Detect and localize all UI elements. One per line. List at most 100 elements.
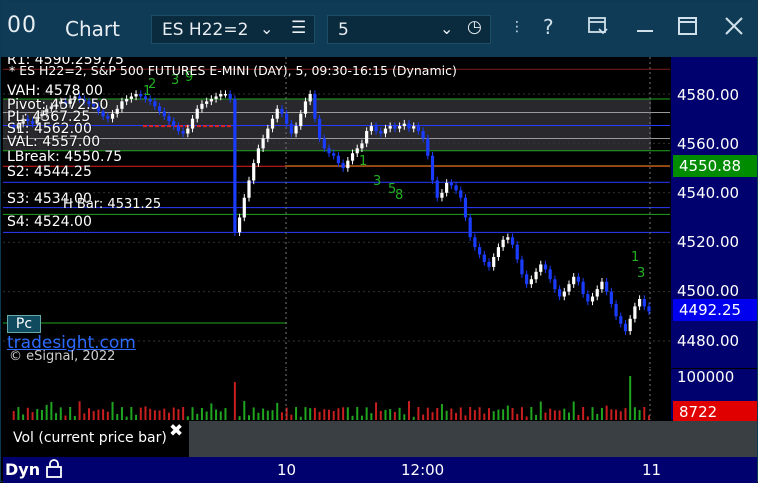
candle-body [562, 291, 566, 297]
volume-bar [182, 407, 185, 420]
candle-body [209, 98, 213, 102]
axis-label: 4580.00 [677, 86, 740, 104]
price-axis[interactable]: 4580.00 4560.00 4540.00 4520.00 4500.00 … [671, 57, 757, 368]
candle-body [600, 281, 604, 290]
volume-bar [295, 407, 298, 420]
volume-bar [139, 407, 142, 420]
volume-bar [12, 411, 15, 420]
candle-body [435, 180, 439, 198]
candle-body [223, 94, 228, 96]
candle-body [572, 276, 576, 285]
volume-bar [403, 414, 406, 420]
level-label-val: VAL: 4557.00 [7, 134, 101, 150]
volume-bar [342, 407, 345, 420]
candle-body [529, 279, 533, 285]
pc-button[interactable]: Pc [7, 315, 41, 333]
help-icon[interactable]: ? [543, 15, 554, 39]
chevron-down-icon[interactable]: ⌄ [260, 19, 273, 38]
dyn-toggle[interactable]: Dyn [5, 460, 40, 479]
volume-bar [478, 407, 481, 420]
close-icon[interactable]: ✖ [169, 421, 183, 441]
candle-body [487, 261, 491, 267]
candle-body [515, 244, 519, 260]
interval-combo[interactable]: 5 ⌄ ◷ [327, 15, 491, 44]
volume-bar [186, 416, 189, 420]
candle-body [289, 123, 293, 134]
volume-bar [469, 407, 472, 420]
volume-badge: 8722 [673, 401, 757, 421]
volume-bar [233, 382, 236, 420]
volume-bar [243, 401, 246, 420]
volume-bar [473, 410, 476, 420]
volume-bar [539, 401, 542, 420]
candle-body [374, 126, 378, 132]
clock-icon[interactable]: ◷ [467, 17, 482, 37]
symbol-combo[interactable]: ES H22=2 ⌄ ☰ [151, 15, 315, 44]
volume-bar [31, 412, 34, 420]
volume-bar [73, 415, 76, 420]
candle-body [317, 118, 322, 139]
volume-axis-label: 100000 [677, 368, 735, 386]
window-title: Chart [65, 17, 120, 41]
volume-bar [417, 407, 420, 420]
interval-value: 5 [338, 20, 349, 40]
lock-icon[interactable] [45, 458, 63, 483]
minimize-icon[interactable] [635, 15, 655, 42]
volume-bar [544, 412, 547, 420]
candle-body [614, 303, 618, 317]
candle-body [261, 138, 265, 149]
volume-bar [111, 401, 114, 420]
chevron-down-icon[interactable]: ⌄ [440, 19, 453, 38]
candle-body [110, 113, 115, 119]
candle-body [393, 126, 397, 129]
list-icon[interactable]: ☰ [291, 18, 306, 38]
volume-bar [304, 407, 307, 420]
sequence-count-label: 2 [148, 77, 156, 92]
candle-body [459, 190, 463, 198]
candle-body [181, 131, 185, 134]
close-icon[interactable] [723, 15, 745, 42]
candle-body [176, 126, 181, 132]
volume-bar [497, 409, 500, 420]
volume-bar [290, 414, 293, 420]
volume-bar [615, 409, 618, 420]
volume-bar [483, 413, 486, 420]
candle-body [346, 160, 350, 169]
volume-bar [210, 403, 213, 420]
volume-bar [553, 410, 556, 420]
candle-body [426, 138, 430, 156]
time-label: 10 [277, 461, 297, 479]
volume-bar [238, 416, 241, 420]
volume-bar [59, 407, 62, 420]
axis-label: 4560.00 [677, 135, 740, 153]
volume-bar [351, 415, 354, 420]
axis-label: 4480.00 [677, 332, 740, 350]
candle-body [477, 247, 482, 255]
volume-canvas [12, 369, 651, 420]
volume-bar [549, 408, 552, 420]
volume-bar [633, 407, 636, 420]
volume-bar [323, 409, 326, 420]
candle-body [463, 197, 468, 218]
volume-bar [328, 409, 330, 420]
layout-icon[interactable] [587, 15, 609, 42]
maximize-icon[interactable] [677, 15, 699, 42]
volume-bar [17, 407, 20, 420]
pin-icon[interactable]: ⋮ [510, 19, 524, 35]
volume-panel[interactable] [3, 369, 670, 420]
candle-body [501, 239, 505, 248]
candle-body [205, 101, 209, 104]
candle-body [440, 192, 444, 198]
candle-body [153, 101, 157, 107]
volume-bar [492, 411, 495, 420]
volume-bar [638, 410, 641, 420]
volume-bar [309, 408, 312, 420]
time-axis[interactable]: Dyn 10 12:00 11 [3, 457, 757, 483]
candle-body [397, 126, 402, 129]
volume-bar [177, 409, 180, 420]
price-plot[interactable]: 1239135813 R1: 4590.259.75 * ES H22=2, S… [3, 57, 670, 368]
level-label-s4: S4: 4524.00 [7, 214, 92, 230]
volume-bar [356, 407, 359, 420]
candle-body [285, 113, 289, 124]
volume-bar [144, 406, 147, 420]
